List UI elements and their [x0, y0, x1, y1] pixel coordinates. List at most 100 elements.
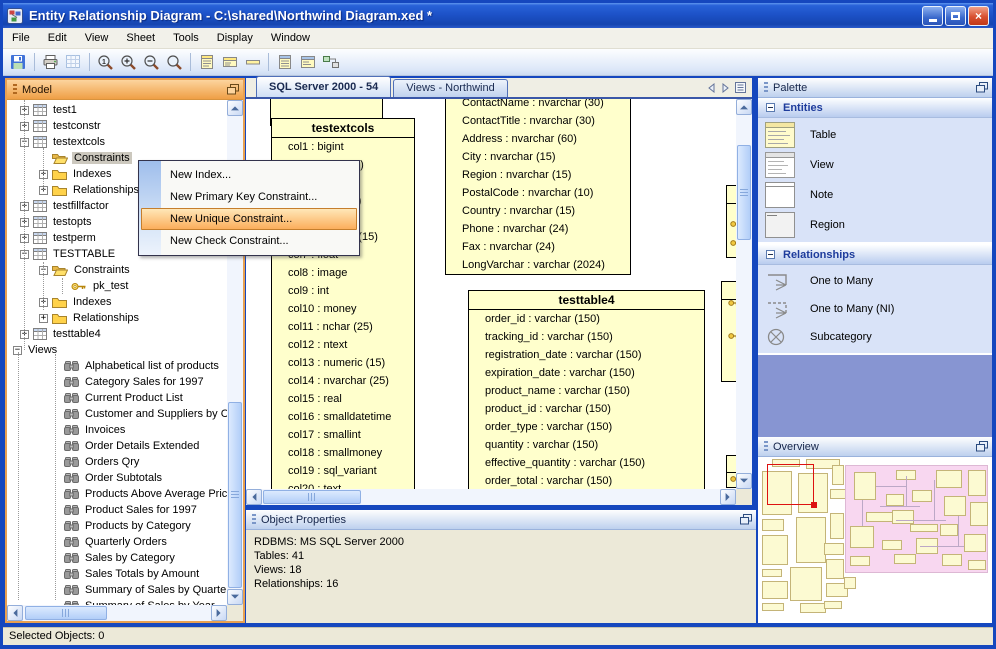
tree-item-current-product-list[interactable]: Current Product List — [7, 390, 227, 406]
tree-item-customer-and-suppliers-by-city[interactable]: Customer and Suppliers by City — [7, 406, 227, 422]
partial-entity[interactable] — [726, 455, 736, 488]
float-panel-icon[interactable] — [227, 84, 239, 95]
relationship-style-button[interactable] — [319, 51, 342, 74]
scroll-down-button[interactable] — [736, 473, 752, 489]
context-menu-item-new-check-constraint[interactable]: New Check Constraint... — [161, 230, 359, 252]
title-bar[interactable]: Entity Relationship Diagram - C:\shared\… — [3, 3, 993, 28]
float-panel-icon[interactable] — [976, 441, 988, 452]
drag-grip-icon[interactable] — [13, 84, 17, 96]
menu-display[interactable]: Display — [208, 28, 262, 49]
tree-item-pk-test[interactable]: pk_test — [7, 278, 227, 294]
tree-item-relationships[interactable]: +Relationships — [7, 310, 227, 326]
minimize-button[interactable] — [922, 6, 943, 26]
palette-section-header[interactable]: Relationships — [758, 245, 992, 265]
collapse-icon[interactable] — [766, 103, 775, 112]
tree-item-orders-qry[interactable]: Orders Qry — [7, 454, 227, 470]
window-style-button[interactable] — [296, 51, 319, 74]
tab-scroll-left-icon[interactable] — [707, 83, 716, 93]
tree-item-summary-of-sales-by-quarter[interactable]: Summary of Sales by Quarter — [7, 582, 227, 598]
float-panel-icon[interactable] — [740, 514, 752, 525]
tab-list-icon[interactable] — [735, 82, 746, 93]
drag-grip-icon[interactable] — [764, 441, 768, 453]
palette-item-one-to-many-ni[interactable]: One to Many (NI) — [758, 295, 992, 323]
tree-item-product-sales-for-1997[interactable]: Product Sales for 1997 — [7, 502, 227, 518]
maximize-button[interactable] — [945, 6, 966, 26]
scroll-right-button[interactable] — [211, 605, 227, 621]
scroll-up-button[interactable] — [736, 99, 752, 115]
tree-item-invoices[interactable]: Invoices — [7, 422, 227, 438]
canvas-vertical-scrollbar[interactable] — [736, 99, 752, 489]
overview-header[interactable]: Overview — [758, 437, 992, 457]
tab-views-northwind[interactable]: Views - Northwind — [393, 79, 507, 97]
tree-item-summary-of-sales-by-year[interactable]: Summary of Sales by Year — [7, 598, 227, 605]
tab-scroll-right-icon[interactable] — [721, 83, 730, 93]
context-menu-item-new-index[interactable]: New Index... — [161, 164, 359, 186]
tree-item-testtable4[interactable]: +testtable4 — [7, 326, 227, 342]
partial-entity[interactable] — [721, 281, 736, 382]
collapse-icon[interactable] — [766, 250, 775, 259]
tree-item-constraints[interactable]: −Constraints — [7, 262, 227, 278]
tree-item-testextcols[interactable]: −testextcols — [7, 134, 227, 150]
scroll-left-button[interactable] — [7, 605, 23, 621]
palette-item-one-to-many[interactable]: One to Many — [758, 267, 992, 295]
palette-item-subcategory[interactable]: Subcategory — [758, 323, 992, 351]
entity-customers[interactable]: ContactName : nvarchar (30)ContactTitle … — [445, 99, 631, 275]
partial-entity[interactable] — [726, 185, 736, 258]
tree-item-products-above-average-price[interactable]: Products Above Average Price — [7, 486, 227, 502]
entity-full-view-button[interactable] — [195, 51, 218, 74]
zoom-in-button[interactable] — [117, 51, 140, 74]
close-button[interactable]: × — [968, 6, 989, 26]
menu-view[interactable]: View — [76, 28, 118, 49]
menu-window[interactable]: Window — [262, 28, 319, 49]
print-button[interactable] — [39, 51, 62, 74]
zoom-find-button[interactable] — [163, 51, 186, 74]
tree-item-testconstr[interactable]: +testconstr — [7, 118, 227, 134]
save-button[interactable] — [7, 51, 30, 74]
menu-file[interactable]: File — [3, 28, 39, 49]
scroll-right-button[interactable] — [720, 489, 736, 505]
palette-item-region[interactable]: Region — [758, 210, 992, 240]
menu-edit[interactable]: Edit — [39, 28, 76, 49]
menu-tools[interactable]: Tools — [164, 28, 208, 49]
palette-header[interactable]: Palette — [758, 78, 992, 98]
scroll-up-button[interactable] — [227, 100, 243, 116]
tree-item-alphabetical-list-of-products[interactable]: Alphabetical list of products — [7, 358, 227, 374]
zoom-100-button[interactable]: 1 — [94, 51, 117, 74]
menu-sheet[interactable]: Sheet — [117, 28, 164, 49]
tree-vscroll-thumb[interactable] — [228, 402, 242, 588]
canvas-vscroll-thumb[interactable] — [737, 145, 751, 240]
palette-item-table[interactable]: Table — [758, 120, 992, 150]
canvas-hscroll-thumb[interactable] — [263, 490, 361, 504]
entity-testtable4[interactable]: testtable4order_id : varchar (150)tracki… — [468, 290, 705, 489]
tree-item-views[interactable]: −Views — [7, 342, 227, 358]
tree-hscroll-thumb[interactable] — [25, 606, 107, 620]
model-panel-header[interactable]: Model — [7, 80, 243, 100]
minimap-viewport[interactable] — [767, 464, 814, 505]
object-properties-header[interactable]: Object Properties — [246, 510, 756, 530]
overview-minimap[interactable] — [760, 457, 990, 621]
context-menu-item-new-primary-key-constraint[interactable]: New Primary Key Constraint... — [161, 186, 359, 208]
scroll-down-button[interactable] — [227, 589, 243, 605]
palette-item-view[interactable]: View — [758, 150, 992, 180]
zoom-out-button[interactable] — [140, 51, 163, 74]
page-grid-button[interactable] — [62, 51, 85, 74]
tree-item-order-details-extended[interactable]: Order Details Extended — [7, 438, 227, 454]
entity-keys-view-button[interactable] — [218, 51, 241, 74]
tab-sql-server-2000-54[interactable]: SQL Server 2000 - 54 — [256, 76, 391, 97]
tree-item-category-sales-for-1997[interactable]: Category Sales for 1997 — [7, 374, 227, 390]
palette-section-header[interactable]: Entities — [758, 98, 992, 118]
context-menu-item-new-unique-constraint[interactable]: New Unique Constraint... — [141, 208, 357, 230]
scroll-left-button[interactable] — [246, 489, 262, 505]
tree-item-quarterly-orders[interactable]: Quarterly Orders — [7, 534, 227, 550]
minimap-viewport-handle[interactable] — [811, 502, 817, 508]
expander-plus-icon[interactable]: + — [39, 314, 48, 323]
tree-horizontal-scrollbar[interactable] — [7, 605, 227, 621]
tree-item-sales-totals-by-amount[interactable]: Sales Totals by Amount — [7, 566, 227, 582]
drag-grip-icon[interactable] — [764, 82, 768, 94]
palette-item-note[interactable]: Note — [758, 180, 992, 210]
tree-item-indexes[interactable]: +Indexes — [7, 294, 227, 310]
tree-item-products-by-category[interactable]: Products by Category — [7, 518, 227, 534]
entity-minimal-view-button[interactable] — [241, 51, 264, 74]
tree-item-order-subtotals[interactable]: Order Subtotals — [7, 470, 227, 486]
canvas-horizontal-scrollbar[interactable] — [246, 489, 736, 505]
